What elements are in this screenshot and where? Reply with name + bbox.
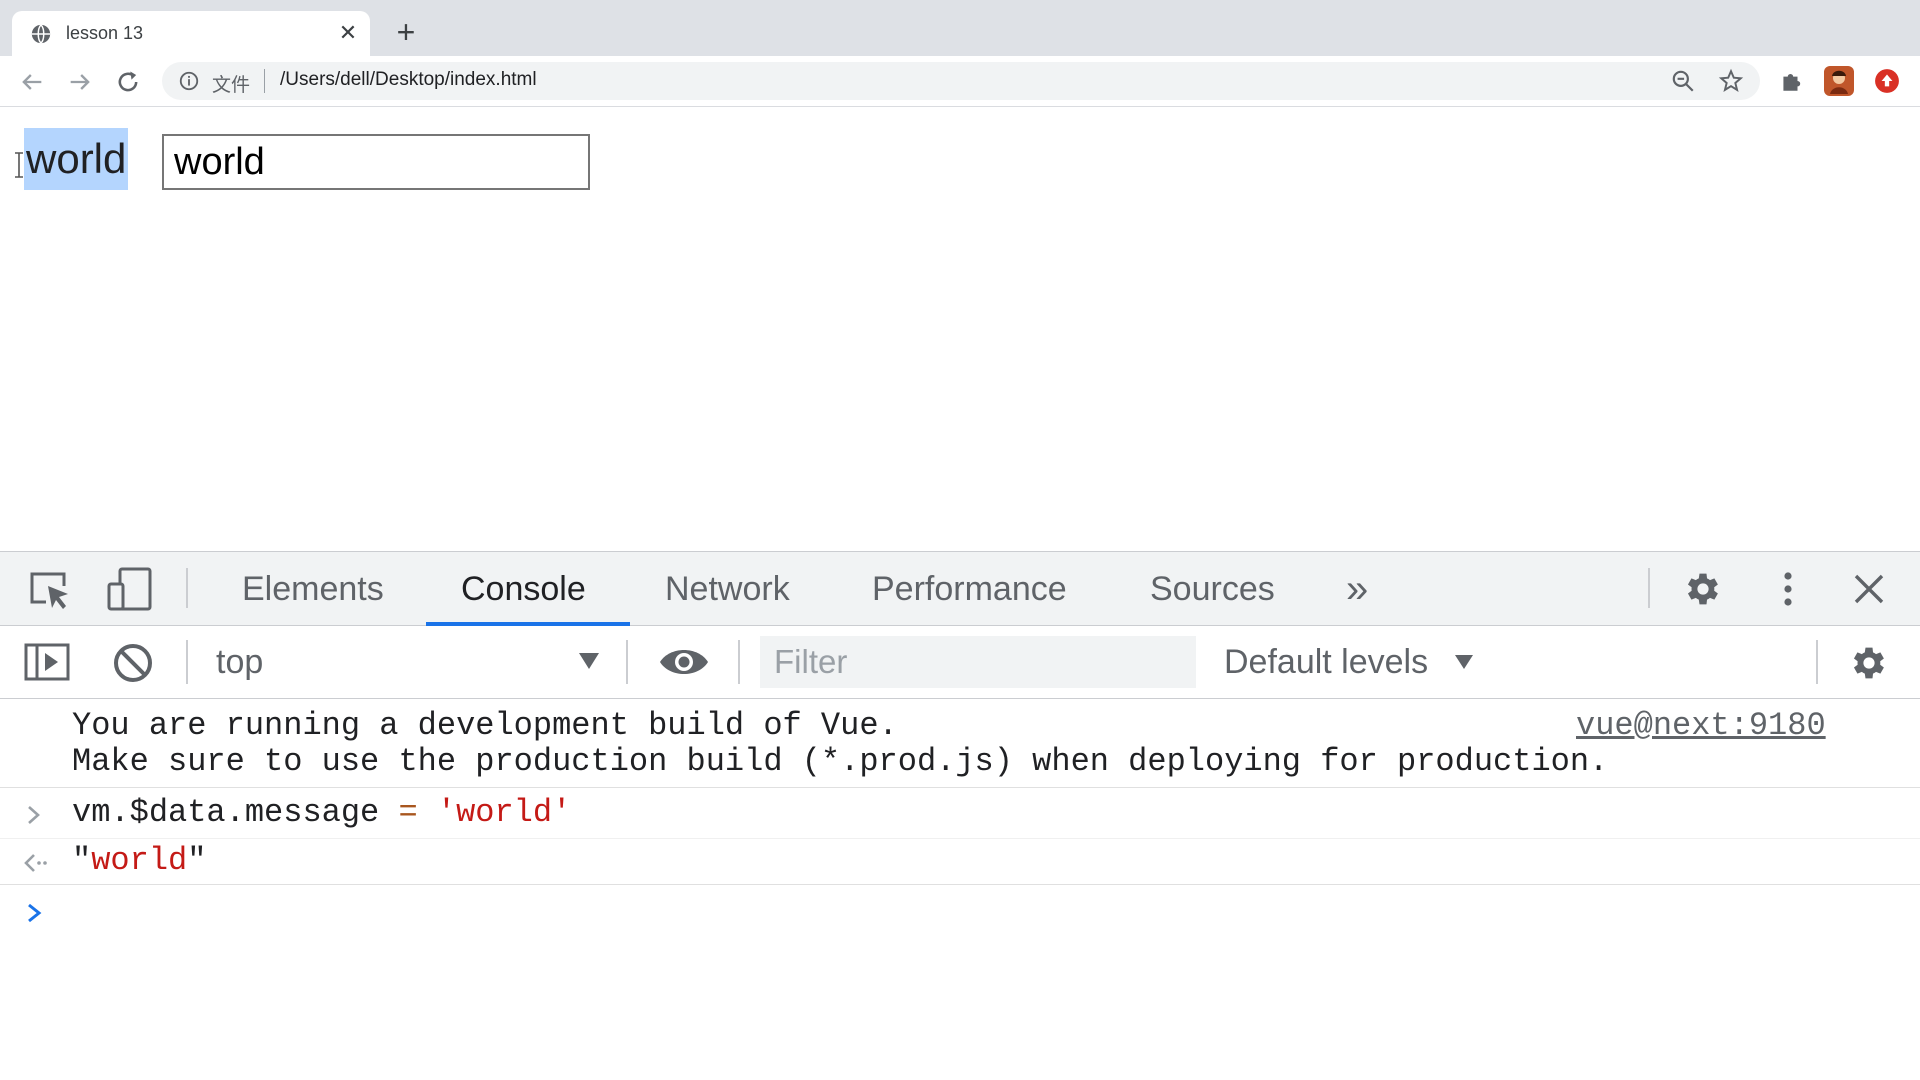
tab-console[interactable]: Console (461, 567, 586, 611)
clear-console-icon[interactable] (112, 642, 154, 684)
result-arrow-icon (24, 854, 47, 872)
forward-icon[interactable] (66, 68, 94, 96)
log-levels-dropdown[interactable]: Default levels (1224, 640, 1428, 684)
source-link[interactable]: vue@next:9180 (1576, 708, 1826, 744)
toolbar-separator (626, 640, 628, 684)
console-settings-gear-icon[interactable] (1848, 642, 1890, 684)
reload-icon[interactable] (114, 68, 142, 96)
toolbar-separator (1816, 640, 1818, 684)
tab-performance[interactable]: Performance (872, 567, 1067, 611)
quote: " (72, 842, 92, 879)
message-text: world (24, 128, 129, 190)
device-toolbar-icon[interactable] (106, 566, 154, 612)
text-cursor-icon (15, 152, 23, 178)
update-icon[interactable] (1874, 68, 1900, 94)
console-message-line: Make sure to use the production build (*… (72, 743, 1609, 780)
result-string: world (91, 842, 188, 879)
console-filter-input[interactable] (760, 636, 1196, 688)
star-icon[interactable] (1718, 68, 1744, 94)
message-input[interactable] (162, 134, 590, 190)
more-tabs-icon[interactable]: » (1346, 567, 1368, 611)
close-devtools-icon[interactable] (1852, 572, 1886, 606)
settings-gear-icon[interactable] (1682, 568, 1724, 610)
tab-sources[interactable]: Sources (1150, 567, 1275, 611)
url-divider (264, 69, 265, 93)
tab-close-icon[interactable]: ✕ (336, 21, 360, 45)
url-scheme-label: 文件 (212, 75, 251, 96)
inspect-element-icon[interactable] (28, 568, 72, 612)
zoom-icon[interactable] (1670, 68, 1696, 94)
code-string: 'world' (436, 794, 572, 831)
toolbar-separator (738, 640, 740, 684)
console-prompt-icon[interactable] (26, 902, 44, 924)
code-operator: = (398, 794, 418, 831)
more-options-icon[interactable] (1774, 568, 1802, 610)
globe-icon (31, 24, 51, 44)
url-text[interactable]: /Users/dell/Desktop/index.html (280, 69, 537, 91)
toolbar-separator (1648, 568, 1650, 608)
console-result-line: "world" (72, 843, 206, 879)
code-lhs: vm.$data.message (72, 794, 380, 831)
console-result-entry (0, 838, 1920, 885)
quote: " (187, 842, 207, 879)
toolbar-separator (186, 568, 188, 608)
show-sidebar-icon[interactable] (24, 643, 70, 681)
console-prompt-input[interactable] (60, 894, 1900, 934)
browser-tab[interactable]: lesson 13 ✕ (12, 11, 370, 56)
tab-network[interactable]: Network (665, 567, 790, 611)
new-tab-button[interactable]: + (392, 16, 420, 48)
console-message-line: You are running a development build of V… (72, 707, 898, 744)
live-expression-eye-icon[interactable] (658, 644, 710, 680)
context-selector[interactable]: top (216, 640, 263, 684)
back-icon[interactable] (18, 68, 46, 96)
dropdown-arrow-icon[interactable] (578, 652, 600, 670)
tab-elements[interactable]: Elements (242, 567, 384, 611)
avatar[interactable] (1824, 66, 1854, 96)
levels-dropdown-arrow-icon[interactable] (1454, 654, 1474, 670)
console-input-line: vm.$data.message = 'world' (72, 795, 571, 831)
toolbar-separator (186, 640, 188, 684)
extensions-icon[interactable] (1778, 68, 1804, 94)
tab-title: lesson 13 (66, 23, 144, 43)
input-chevron-icon (28, 806, 40, 824)
info-icon[interactable] (178, 70, 200, 92)
